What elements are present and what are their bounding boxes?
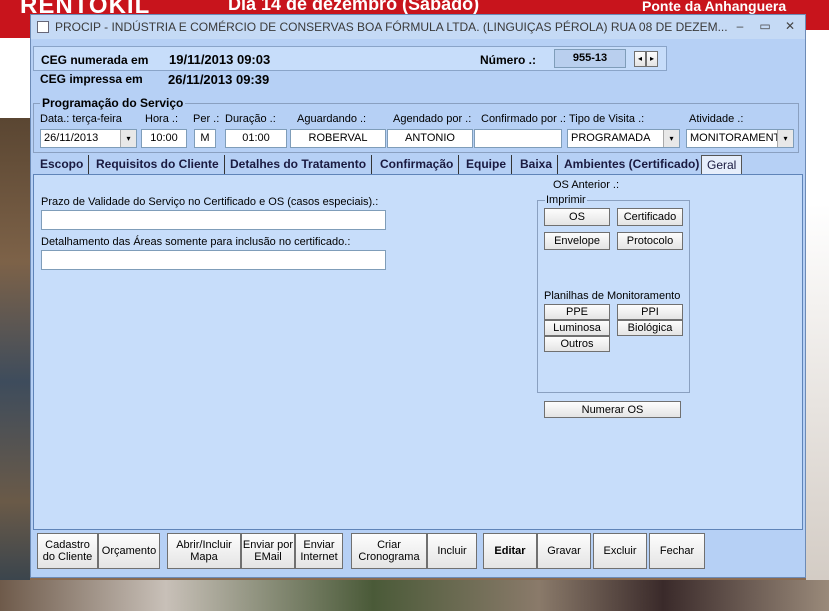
chevron-down-icon[interactable]: ▾ <box>777 130 793 147</box>
app-icon <box>37 21 49 33</box>
minimize-button[interactable]: – <box>731 19 749 35</box>
print-envelope-button[interactable]: Envelope <box>544 232 610 250</box>
chevron-down-icon[interactable]: ▾ <box>120 130 136 147</box>
tab-detalhes-tratamento[interactable]: Detalhes do Tratamento <box>225 155 373 174</box>
duracao-field[interactable]: 01:00 <box>225 129 287 148</box>
ceg-numerada-value: 19/11/2013 09:03 <box>169 52 271 67</box>
tab-requisitos-cliente[interactable]: Requisitos do Cliente <box>91 155 225 174</box>
agendado-label: Agendado por .: <box>393 113 472 125</box>
biologica-button[interactable]: Biológica <box>617 320 683 336</box>
next-record-button[interactable]: ▸ <box>646 51 658 67</box>
app-window: PROCIP - INDÚSTRIA E COMÉRCIO DE CONSERV… <box>30 14 806 578</box>
tab-confirmacao[interactable]: Confirmação <box>375 155 460 174</box>
background-photo-strip <box>0 580 829 611</box>
print-protocolo-button[interactable]: Protocolo <box>617 232 683 250</box>
planilhas-label: Planilhas de Monitoramento <box>544 290 681 302</box>
confirmado-field[interactable] <box>474 129 562 148</box>
agendado-field[interactable]: ANTONIO <box>387 129 473 148</box>
tab-ambientes[interactable]: Ambientes (Certificado) <box>559 155 706 174</box>
print-certificado-button[interactable]: Certificado <box>617 208 683 226</box>
banner-right-text: Ponte da Anhanguera <box>642 0 787 14</box>
ceg-impressa-value: 26/11/2013 09:39 <box>168 72 270 87</box>
ceg-header-panel: CEG numerada em 19/11/2013 09:03 Número … <box>33 46 667 71</box>
confirmado-label: Confirmado por .: <box>481 113 566 125</box>
tab-equipe[interactable]: Equipe <box>461 155 513 174</box>
window-title: PROCIP - INDÚSTRIA E COMÉRCIO DE CONSERV… <box>55 20 728 34</box>
gravar-button[interactable]: Gravar <box>537 533 591 569</box>
prazo-input[interactable] <box>41 210 386 230</box>
tab-geral-panel: Prazo de Validade do Serviço no Certific… <box>33 174 803 530</box>
aguardando-label: Aguardando .: <box>297 113 367 125</box>
hora-field[interactable]: 10:00 <box>141 129 187 148</box>
chevron-down-icon[interactable]: ▾ <box>663 130 679 147</box>
numerar-os-button[interactable]: Numerar OS <box>544 401 681 418</box>
orcamento-button[interactable]: Orçamento <box>98 533 160 569</box>
tipo-visita-select[interactable]: PROGRAMADA ▾ <box>567 129 680 148</box>
close-button[interactable]: ✕ <box>781 19 799 35</box>
fechar-button[interactable]: Fechar <box>649 533 705 569</box>
tipo-visita-label: Tipo de Visita .: <box>569 113 645 125</box>
tab-baixa[interactable]: Baixa <box>515 155 559 174</box>
tab-geral[interactable]: Geral <box>701 155 743 174</box>
luminosa-button[interactable]: Luminosa <box>544 320 610 336</box>
editar-button[interactable]: Editar <box>483 533 537 569</box>
bottom-toolbar: Cadastro do Cliente Orçamento Abrir/Incl… <box>33 531 803 576</box>
os-anterior-label: OS Anterior .: <box>553 179 620 191</box>
atividade-label: Atividade .: <box>689 113 744 125</box>
background-photo-left <box>0 118 30 598</box>
maximize-button[interactable]: ▭ <box>756 19 774 35</box>
data-label: Data.: terça-feira <box>40 113 122 125</box>
numero-field: 955-13 <box>554 49 626 68</box>
detalhamento-label: Detalhamento das Áreas somente para incl… <box>41 236 351 248</box>
ppe-button[interactable]: PPE <box>544 304 610 320</box>
cadastro-cliente-button[interactable]: Cadastro do Cliente <box>37 533 98 569</box>
abrir-mapa-button[interactable]: Abrir/Incluir Mapa <box>167 533 241 569</box>
imprimir-label: Imprimir <box>545 194 587 206</box>
hora-label: Hora .: <box>145 113 179 125</box>
enviar-email-button[interactable]: Enviar por EMail <box>241 533 295 569</box>
criar-cronograma-button[interactable]: Criar Cronograma <box>351 533 427 569</box>
ppi-button[interactable]: PPI <box>617 304 683 320</box>
excluir-button[interactable]: Excluir <box>593 533 647 569</box>
print-os-button[interactable]: OS <box>544 208 610 226</box>
atividade-select[interactable]: MONITORAMENT ▾ <box>686 129 794 148</box>
per-field[interactable]: M <box>194 129 216 148</box>
title-bar[interactable]: PROCIP - INDÚSTRIA E COMÉRCIO DE CONSERV… <box>31 15 805 39</box>
numero-label: Número .: <box>480 53 537 67</box>
background-photo-right <box>806 30 829 610</box>
banner-mid-text: Dia 14 de dezembro (Sábado) <box>228 0 480 14</box>
data-date-picker[interactable]: 26/11/2013 ▾ <box>40 129 137 148</box>
prazo-label: Prazo de Validade do Serviço no Certific… <box>41 196 379 208</box>
outros-button[interactable]: Outros <box>544 336 610 352</box>
prev-record-button[interactable]: ◂ <box>634 51 646 67</box>
detalhamento-input[interactable] <box>41 250 386 270</box>
ceg-impressa-label: CEG impressa em <box>40 72 143 86</box>
enviar-internet-button[interactable]: Enviar Internet <box>295 533 343 569</box>
per-label: Per .: <box>193 113 220 125</box>
duracao-label: Duração .: <box>225 113 276 125</box>
ceg-numerada-label: CEG numerada em <box>41 53 149 67</box>
incluir-button[interactable]: Incluir <box>427 533 477 569</box>
tab-escopo[interactable]: Escopo <box>35 155 90 174</box>
aguardando-field[interactable]: ROBERVAL <box>290 129 386 148</box>
programacao-title: Programação do Serviço <box>40 96 186 110</box>
